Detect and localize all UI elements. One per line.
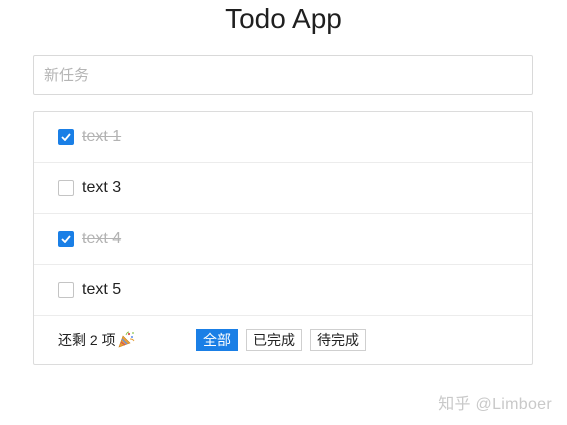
filter-pending-button[interactable]: 待完成 <box>310 329 366 351</box>
todo-item: text 5 <box>34 265 532 316</box>
checkmark-icon <box>61 235 71 243</box>
todo-checkbox[interactable] <box>58 129 74 145</box>
page-title: Todo App <box>225 3 342 34</box>
checkmark-icon <box>61 133 71 141</box>
todo-checkbox[interactable] <box>58 282 74 298</box>
remaining-text: 还剩 2 项 <box>58 332 116 348</box>
new-task-input[interactable] <box>33 55 533 95</box>
filter-completed-button[interactable]: 已完成 <box>246 329 302 351</box>
todo-text: text 5 <box>82 281 122 298</box>
filter-all-button[interactable]: 全部 <box>196 329 238 351</box>
todo-text: text 3 <box>82 179 122 196</box>
todo-item: text 3 <box>34 163 532 214</box>
todo-checkbox[interactable] <box>58 180 74 196</box>
todo-item: text 1 <box>34 112 532 163</box>
remaining-count: 还剩 2 项 <box>58 330 135 350</box>
todo-item: text 4 <box>34 214 532 265</box>
todo-footer: 还剩 2 项 全部 已完成 待完成 <box>34 316 532 364</box>
watermark: 知乎 @Limboer <box>438 396 552 413</box>
party-popper-icon <box>118 331 134 348</box>
todo-list: text 1 text 3 text 4 text 5 还剩 2 项 全部 已完… <box>33 111 533 365</box>
todo-text: text 1 <box>82 128 122 145</box>
todo-text: text 4 <box>82 230 122 247</box>
filter-group: 全部 已完成 待完成 <box>196 329 374 351</box>
todo-checkbox[interactable] <box>58 231 74 247</box>
